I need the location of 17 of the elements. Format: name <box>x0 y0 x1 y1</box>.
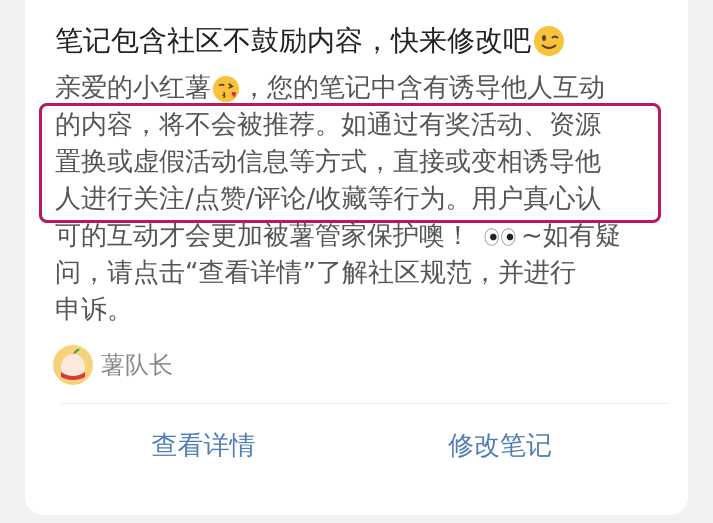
avatar-icon <box>53 345 93 385</box>
message-line: 的内容，将不会被推荐。如通过有奖活动、资源 <box>55 109 601 142</box>
kissing-face-icon <box>212 74 240 102</box>
message-line: 置换或虚假活动信息等方式，直接或变相诱导他 <box>55 146 601 179</box>
message-line: ~如有疑 <box>521 220 621 253</box>
winking-face-icon <box>533 25 565 57</box>
eyes-icon <box>483 226 517 246</box>
author-name: 薯队长 <box>101 350 173 381</box>
message-line: 人进行关注/点赞/评论/收藏等行为。用户真心认 <box>55 183 602 216</box>
action-button[interactable]: 查看详情 <box>131 418 276 473</box>
action-button[interactable]: 修改笔记 <box>428 418 572 473</box>
message-line: 可的互动才会更加被薯管家保护噢！ <box>55 220 471 253</box>
notice-title: 笔记包含社区不鼓励内容，快来修改吧 <box>55 23 531 59</box>
message-line: 问，请点击“查看详情”了解社区规范，并进行 <box>55 257 576 290</box>
message-line: ，您的笔记中含有诱导他人互动 <box>241 72 605 105</box>
message-line: 亲爱的小红薯 <box>55 72 211 105</box>
message-line: 申诉。 <box>55 294 133 327</box>
